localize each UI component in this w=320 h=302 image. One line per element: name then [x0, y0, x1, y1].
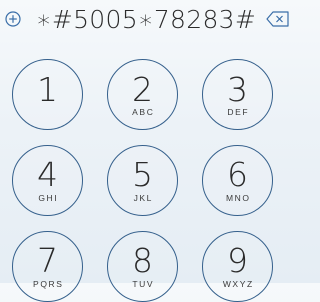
key-letters: WXYZ	[222, 279, 254, 289]
key-digit: 2	[132, 70, 153, 109]
key-1[interactable]: 1	[12, 59, 83, 130]
key-4[interactable]: 4 GHI	[12, 145, 83, 216]
key-digit: 9	[227, 241, 248, 280]
key-letters: ABC	[132, 107, 155, 117]
key-letters: TUV	[132, 279, 155, 289]
key-2[interactable]: 2 ABC	[107, 59, 178, 130]
key-letters: GHI	[38, 193, 59, 203]
key-7[interactable]: 7 PQRS	[12, 231, 83, 302]
key-digit: 4	[37, 155, 58, 194]
key-digit: 1	[37, 70, 58, 109]
keypad: 1 2 ABC 3 DEF 4 GHI 5 JKL 6 MNO 7 PQRS 8…	[0, 0, 283, 302]
key-6[interactable]: 6 MNO	[202, 145, 273, 216]
key-digit: 6	[227, 155, 248, 194]
key-digit: 7	[37, 241, 58, 280]
key-letters: DEF	[227, 107, 250, 117]
key-letters: JKL	[133, 193, 154, 203]
key-9[interactable]: 9 WXYZ	[202, 231, 273, 302]
key-letters: MNO	[225, 193, 251, 203]
key-5[interactable]: 5 JKL	[107, 145, 178, 216]
key-digit: 3	[227, 70, 248, 109]
key-digit: 8	[132, 241, 153, 280]
key-letters: PQRS	[33, 279, 64, 289]
key-3[interactable]: 3 DEF	[202, 59, 273, 130]
key-digit: 5	[132, 155, 153, 194]
key-8[interactable]: 8 TUV	[107, 231, 178, 302]
